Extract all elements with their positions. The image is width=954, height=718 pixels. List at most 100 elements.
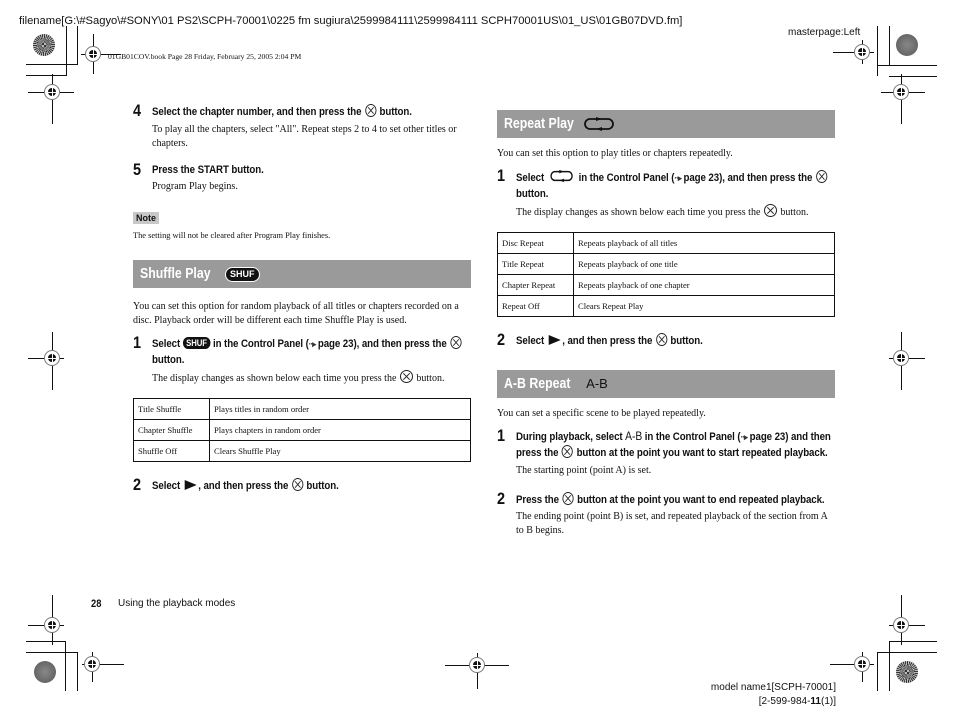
- part-number-prefix: [2-599-984-: [758, 696, 811, 707]
- mode-cell: Chapter Repeat: [497, 274, 574, 296]
- repeat-step-1: 1 Select in the Control Panel (··▸ page …: [497, 166, 835, 220]
- cross-button-icon: [655, 333, 667, 346]
- step-heading-text: Select the chapter number, and then pres…: [152, 106, 362, 118]
- crop-mark: [65, 641, 66, 691]
- mode-cell: Shuffle Off: [133, 440, 210, 462]
- crop-mark: [77, 652, 78, 691]
- crop-mark: [889, 641, 890, 691]
- crop-mark: [889, 76, 937, 77]
- ab-repeat-icon: A-B: [625, 428, 643, 443]
- step-heading-text: button at the point you want to start re…: [576, 447, 828, 459]
- step-heading: Select , and then press the button.: [516, 333, 834, 350]
- step-heading-text: button at the point you want to end repe…: [577, 493, 825, 506]
- step-heading-text: button.: [516, 187, 549, 200]
- right-column: Repeat Play You can set this option to p…: [497, 110, 835, 546]
- page-reference-link: page 23), and then press the: [317, 338, 447, 350]
- step-5: 5 Press the START button. Program Play b…: [133, 160, 471, 195]
- step-heading: Press the START button.: [152, 163, 264, 176]
- cross-button-icon: [291, 478, 303, 491]
- page-reference-arrow-icon: ··▸: [674, 173, 681, 183]
- step-heading-text: , and then press the: [198, 480, 289, 492]
- step-number: 2: [497, 330, 506, 349]
- step-body-text: button.: [780, 207, 809, 218]
- crop-mark: [26, 641, 66, 642]
- step-heading-text: button.: [379, 106, 412, 118]
- step-heading: Press the button at the point you want t…: [516, 491, 834, 509]
- ab-step-1: 1 During playback, select A-B in the Con…: [497, 425, 835, 478]
- description-cell: Repeats playback of all titles: [573, 232, 835, 254]
- shuffle-intro: You can set this option for random playb…: [133, 301, 459, 326]
- cross-button-icon: [399, 370, 413, 383]
- step-heading: Select in the Control Panel (··▸ page 23…: [516, 169, 834, 202]
- cross-button-icon: [364, 104, 377, 117]
- ab-step-2: 2 Press the button at the point you want…: [497, 488, 835, 539]
- step-heading-text: During playback, select: [516, 430, 623, 443]
- mode-cell: Title Repeat: [497, 253, 574, 275]
- crop-mark: [26, 64, 78, 65]
- repeat-intro: You can set this option to play titles o…: [497, 148, 733, 159]
- crop-mark: [889, 641, 937, 642]
- table-row: Chapter Shuffle Plays chapters in random …: [133, 419, 471, 441]
- crop-mark: [77, 26, 78, 65]
- step-body: The display changes as shown below each …: [516, 204, 835, 220]
- note-badge: Note: [133, 212, 159, 224]
- part-number-bold: 11: [810, 696, 821, 707]
- shuffle-modes-table: Title Shuffle Plays titles in random orde…: [133, 398, 471, 462]
- repeat-step-2: 2 Select , and then press the button.: [497, 330, 835, 350]
- mode-cell: Disc Repeat: [497, 232, 574, 254]
- step-heading: During playback, select A-B in the Contr…: [516, 429, 834, 462]
- step-heading-text: in the Control Panel (: [578, 172, 675, 184]
- step-body: The ending point (point B) is set, and r…: [516, 511, 828, 536]
- step-number: 2: [133, 475, 142, 494]
- step-heading-text: Select: [152, 480, 181, 492]
- crop-mark: [26, 75, 67, 76]
- note-text: The setting will not be cleared after Pr…: [133, 231, 331, 240]
- cross-button-icon: [815, 170, 827, 183]
- step-body: The starting point (point A) is set.: [516, 464, 652, 476]
- page-reference-link: page 23), and then press the: [683, 172, 813, 184]
- step-number: 2: [497, 488, 506, 508]
- step-number: 4: [133, 101, 142, 120]
- registration-disc-icon: [33, 34, 55, 56]
- step-number: 1: [497, 166, 506, 185]
- crop-mark: [877, 26, 878, 76]
- ab-intro: You can set a specific scene to be playe…: [497, 407, 706, 419]
- crop-mark: [877, 652, 937, 653]
- step-heading-text: Select: [516, 335, 545, 347]
- description-cell: Clears Repeat Play: [573, 295, 835, 317]
- crop-mark: [889, 26, 890, 65]
- registration-disc-icon: [896, 661, 918, 683]
- step-number: 1: [497, 425, 506, 445]
- ab-repeat-icon: A-B: [586, 376, 608, 391]
- shuffle-step-2: 2 Select , and then press the button.: [133, 475, 471, 495]
- description-cell: Repeats playback of one title: [573, 253, 835, 275]
- cross-button-icon: [562, 491, 574, 505]
- step-body-text: The display changes as shown below each …: [152, 373, 397, 384]
- masterpage-label: masterpage:Left: [788, 27, 861, 38]
- crop-mark: [877, 652, 878, 691]
- book-info: 01GB01COV.book Page 28 Friday, February …: [108, 52, 302, 61]
- crop-mark: [877, 65, 937, 66]
- step-heading-text: Select: [516, 172, 545, 184]
- step-heading-text: in the Control Panel (: [212, 338, 309, 350]
- shuffle-step-1: 1 Select SHUF in the Control Panel (··▸ …: [133, 333, 471, 386]
- step-body: Program Play begins.: [152, 181, 238, 192]
- page-reference-arrow-icon: ··▸: [308, 339, 316, 349]
- section-title: Repeat Play: [504, 116, 574, 132]
- section-title: A-B Repeat: [504, 375, 571, 392]
- table-row: Chapter Repeat Repeats playback of one ch…: [497, 274, 835, 296]
- step-body: The display changes as shown below each …: [152, 370, 471, 386]
- page-reference-arrow-icon: ··▸: [740, 431, 748, 442]
- part-number-suffix: (1)]: [821, 696, 836, 707]
- part-number: [2-599-984-11(1)]: [759, 696, 836, 707]
- step-heading-text: Press the: [516, 493, 559, 506]
- table-row: Title Repeat Repeats playback of one titl…: [497, 253, 835, 275]
- step-body-text: button.: [416, 373, 445, 384]
- step-4: 4 Select the chapter number, and then pr…: [133, 101, 471, 151]
- step-heading-text: Select: [152, 338, 181, 350]
- description-cell: Repeats playback of one chapter: [573, 274, 835, 296]
- repeat-icon: [584, 117, 615, 131]
- step-heading-text: button.: [306, 480, 339, 492]
- step-heading-text: in the Control Panel (: [644, 430, 741, 443]
- step-heading-text: button.: [670, 335, 703, 347]
